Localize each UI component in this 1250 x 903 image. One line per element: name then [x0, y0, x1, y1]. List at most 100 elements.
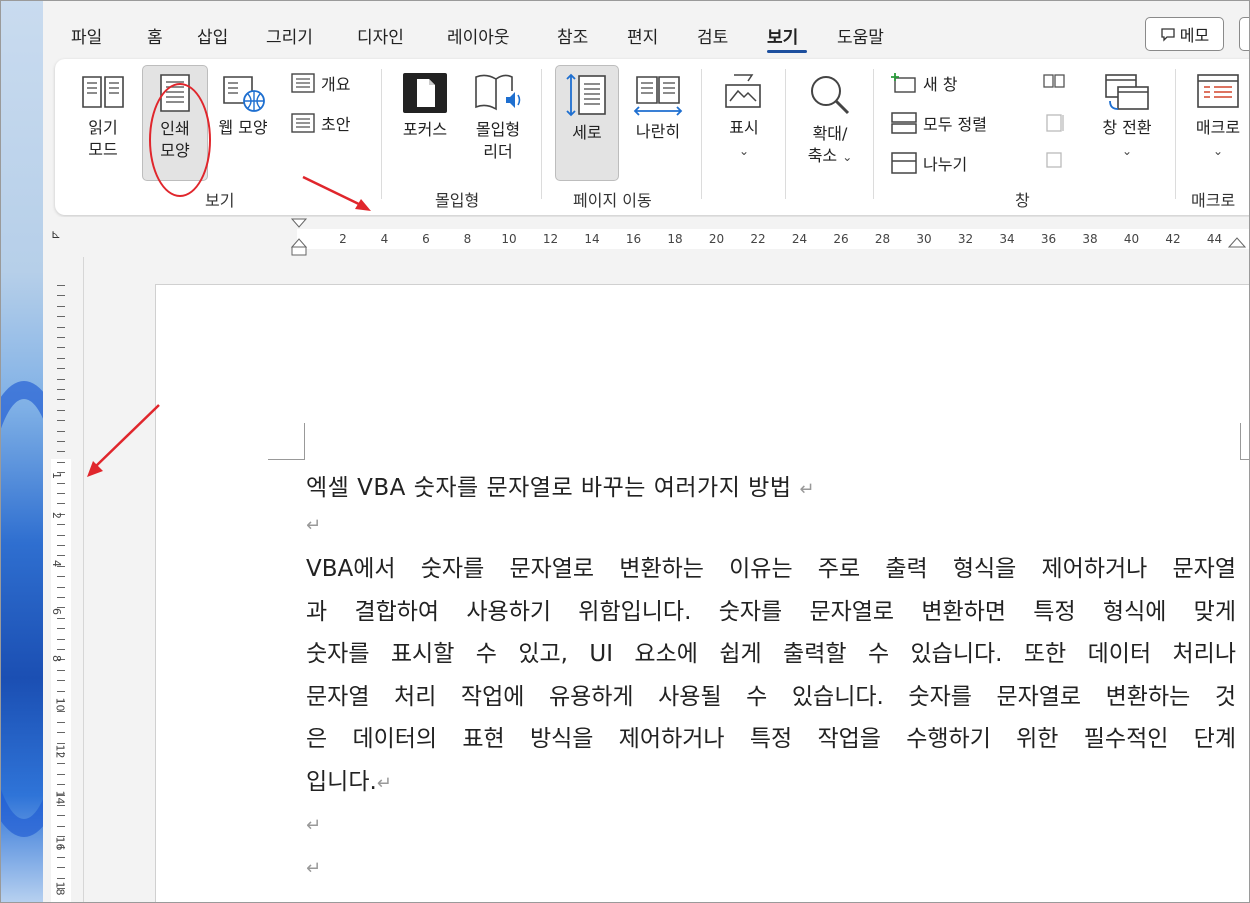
comments-button[interactable]: 메모 — [1145, 17, 1224, 51]
ruler-minor-tick — [57, 649, 65, 650]
book-icon — [82, 76, 124, 108]
ruler-tick-label: 16 — [53, 836, 67, 851]
ruler-tick-label: 1 — [50, 472, 63, 479]
tab-selector-icon[interactable]: ⊾ — [51, 227, 61, 241]
switch-window-button[interactable]: 창 전환 ⌄ — [1095, 71, 1159, 162]
ruler-minor-tick — [57, 586, 65, 588]
ruler-tick-label: 26 — [833, 232, 849, 246]
zoom-button[interactable]: 확대/ 축소 ⌄ — [797, 71, 863, 168]
new-window-button[interactable]: 새 창 — [891, 71, 958, 95]
ruler-tick-label: 8 — [50, 655, 63, 662]
tab-file[interactable]: 파일 — [71, 23, 102, 48]
document-title[interactable]: 엑셀 VBA 숫자를 문자열로 바꾸는 여러가지 방법 ↵ — [306, 468, 815, 502]
ruler-tick-label: 18 — [53, 881, 67, 896]
paragraph-mark-icon: ↵ — [306, 515, 322, 536]
ruler-minor-tick — [57, 545, 65, 546]
ruler-minor-tick — [57, 669, 65, 671]
ruler-minor-tick — [57, 805, 65, 806]
margin-corner-mark — [1240, 423, 1249, 460]
indent-marker-icon[interactable] — [289, 217, 309, 257]
read-mode-button[interactable]: 읽기 모드 — [73, 71, 133, 161]
tab-draw[interactable]: 그리기 — [266, 23, 313, 48]
side-by-side-icon — [633, 76, 683, 116]
ruler-tick-label: 40 — [1123, 232, 1140, 246]
vertical-label: 세로 — [572, 123, 602, 142]
magnifier-icon — [811, 76, 850, 115]
side-by-side-small-icon — [1043, 74, 1065, 168]
tab-insert[interactable]: 삽입 — [197, 23, 228, 48]
ruler-minor-tick — [57, 409, 65, 411]
ruler-tick-label: 32 — [957, 232, 974, 246]
ruler-minor-tick — [57, 628, 65, 630]
vertical-ruler[interactable]: 1 2 4 6 8 10 12 14 16 18 — [47, 257, 75, 902]
ruler-minor-tick — [57, 378, 65, 380]
tab-mailings[interactable]: 편지 — [627, 23, 658, 48]
immersive-reader-button[interactable]: 몰입형 리더 — [465, 71, 531, 163]
ruler-minor-tick — [57, 441, 65, 442]
tab-review[interactable]: 검토 — [697, 23, 728, 48]
outline-button[interactable]: 개요 — [291, 71, 350, 95]
ruler-tick-label: 6 — [50, 608, 63, 615]
ruler-minor-tick — [57, 368, 65, 370]
ruler-minor-tick — [57, 295, 65, 297]
focus-icon — [403, 73, 447, 113]
ruler-minor-tick — [57, 867, 65, 869]
ruler-tick-label: 2 — [50, 512, 63, 519]
ruler-strip: 2 4 6 8 10 12 14 16 18 20 22 24 26 28 30 32 34 36 38 40 42 44 — [297, 229, 1249, 249]
group-separator — [785, 69, 786, 199]
document-paragraph[interactable]: VBA에서 숫자를 문자열로 변환하는 이유는 주로 출력 형식을 제어하거나 … — [306, 548, 1236, 803]
active-tab-indicator — [767, 50, 807, 53]
show-button[interactable]: 표시 ⌄ — [715, 71, 773, 162]
split-button[interactable]: 나누기 — [891, 151, 967, 175]
ruler-minor-tick — [57, 326, 65, 328]
tab-home[interactable]: 홈 — [147, 23, 163, 48]
ruler-minor-tick — [57, 711, 65, 713]
arrange-all-button[interactable]: 모두 정렬 — [891, 111, 987, 135]
tab-design[interactable]: 디자인 — [357, 23, 404, 48]
arrange-all-icon — [891, 112, 917, 134]
split-icon — [891, 152, 917, 174]
paragraph-mark-icon: ↵ — [799, 479, 815, 500]
vertical-button[interactable]: 세로 — [555, 65, 619, 181]
ruler-minor-tick — [57, 825, 65, 827]
ruler-minor-tick — [57, 316, 65, 318]
tab-references[interactable]: 참조 — [557, 23, 588, 48]
group-label-page-move: 페이지 이동 — [573, 191, 652, 210]
ruler-minor-tick — [57, 617, 65, 619]
ruler-tick-label: 18 — [667, 232, 683, 246]
web-layout-label: 웹 모양 — [218, 118, 268, 137]
tab-view[interactable]: 보기 — [767, 23, 798, 48]
macro-button[interactable]: 매크로 ⌄ — [1185, 71, 1249, 162]
group-separator — [541, 69, 542, 199]
ruler-tick-label: 8 — [463, 232, 472, 246]
group-separator — [873, 69, 874, 199]
ruler-minor-tick — [57, 877, 65, 879]
document-title-text: 엑셀 VBA 숫자를 문자열로 바꾸는 여러가지 방법 — [306, 475, 792, 501]
view-side-by-side-small[interactable] — [1039, 71, 1069, 177]
tab-help[interactable]: 도움말 — [837, 23, 884, 48]
paragraph-line: 은 데이터의 표현 방식을 제어하거나 특정 작업을 수행하기 위한 필수적인 … — [306, 726, 1236, 752]
ruler-minor-tick — [57, 742, 65, 744]
tab-layout[interactable]: 레이아웃 — [447, 23, 510, 48]
horizontal-ruler[interactable]: 2 4 6 8 10 12 14 16 18 20 22 24 26 28 30 32 34 36 38 40 42 44 — [43, 217, 1249, 257]
outline-icon — [291, 73, 315, 93]
ruler-tick-label: 44 — [1206, 232, 1223, 246]
share-button[interactable] — [1239, 17, 1249, 51]
right-indent-icon[interactable] — [1227, 235, 1247, 249]
ruler-minor-tick — [57, 493, 65, 494]
draft-button[interactable]: 초안 — [291, 111, 350, 135]
show-icon — [725, 74, 761, 108]
margin-corner-mark — [268, 423, 305, 460]
switch-window-icon — [1105, 74, 1149, 110]
side-by-side-button[interactable]: 나란히 — [625, 73, 691, 143]
outline-label: 개요 — [321, 75, 351, 94]
document-page[interactable]: 엑셀 VBA 숫자를 문자열로 바꾸는 여러가지 방법 ↵ ↵ VBA에서 숫자… — [155, 284, 1249, 902]
ruler-tick-label: 14 — [53, 790, 67, 805]
group-label-macro: 매크로 — [1191, 191, 1236, 210]
new-window-icon — [891, 73, 916, 93]
focus-button[interactable]: 포커스 — [395, 71, 455, 141]
web-layout-button[interactable]: 웹 모양 — [211, 73, 275, 139]
new-window-label: 새 창 — [923, 75, 958, 94]
group-label-view: 보기 — [205, 191, 235, 210]
ruler-tick-label: 2 — [339, 232, 347, 246]
